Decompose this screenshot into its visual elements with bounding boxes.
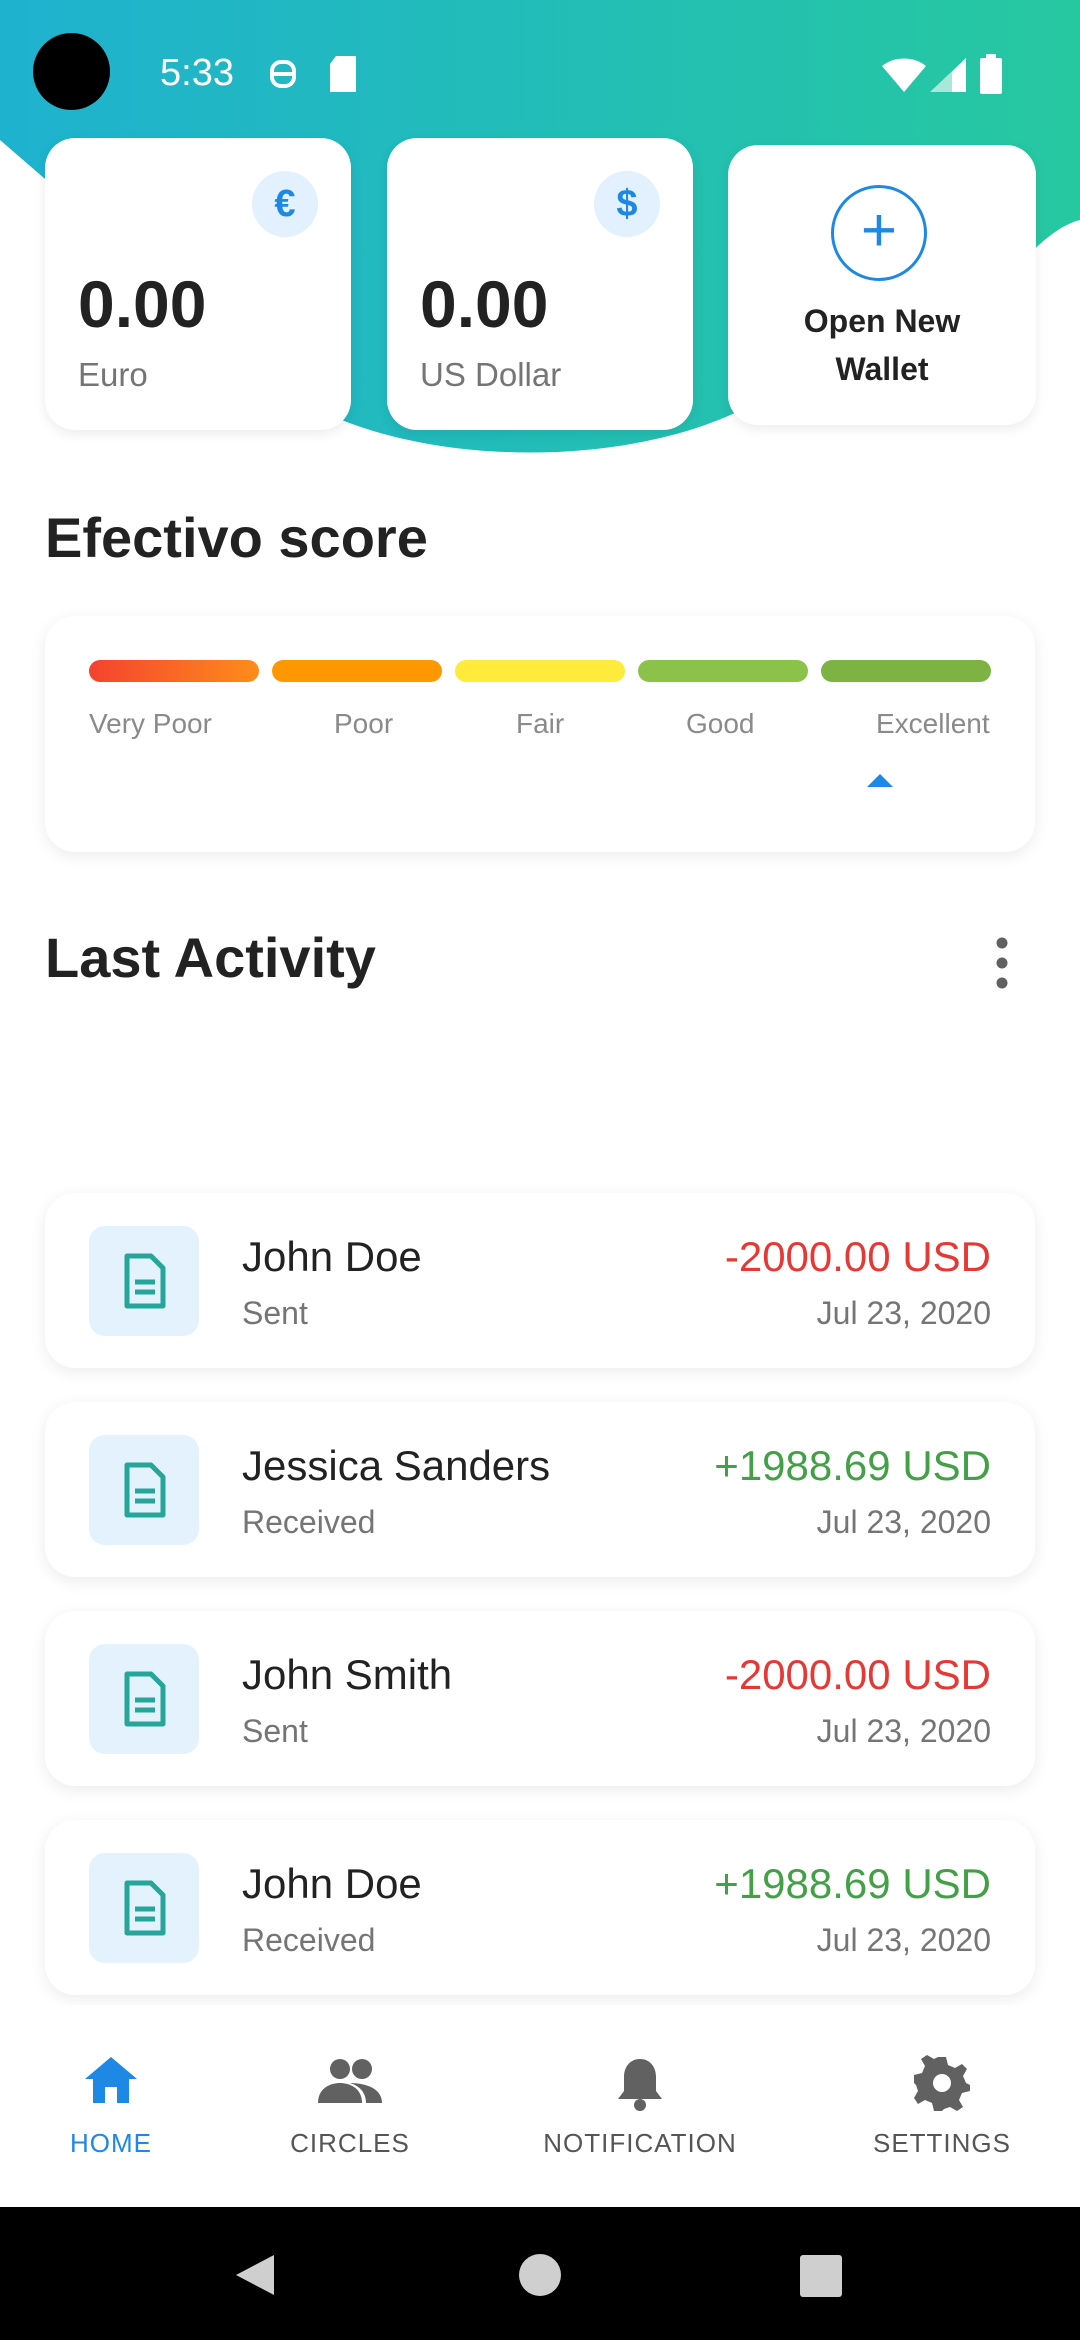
dollar-icon: $ <box>594 171 660 237</box>
people-icon <box>318 2059 382 2103</box>
bell-icon <box>618 2059 662 2111</box>
signal-icon <box>930 58 966 92</box>
nav-settings[interactable]: SETTINGS <box>862 2005 1022 2207</box>
score-bar-fair <box>455 660 625 682</box>
transaction-item[interactable]: John Doe Received +1988.69 USD Jul 23, 2… <box>45 1820 1035 1995</box>
transaction-name: Jessica Sanders <box>242 1442 551 1489</box>
transaction-date: Jul 23, 2020 <box>816 1922 991 1958</box>
plus-icon: + <box>831 185 927 281</box>
transaction-amount: +1988.69 USD <box>714 1860 991 1907</box>
wifi-icon <box>882 58 926 92</box>
transaction-type: Sent <box>242 1295 308 1331</box>
transaction-name: John Doe <box>242 1860 422 1907</box>
transaction-item[interactable]: John Doe Sent -2000.00 USD Jul 23, 2020 <box>45 1193 1035 1368</box>
back-icon[interactable] <box>234 2253 276 2297</box>
android-debug-icon <box>270 60 296 88</box>
transaction-date: Jul 23, 2020 <box>816 1713 991 1749</box>
score-label-very-poor: Very Poor <box>89 708 212 739</box>
score-bar-very-poor <box>89 660 259 682</box>
document-icon <box>89 1853 199 1963</box>
document-icon <box>89 1644 199 1754</box>
transaction-item[interactable]: Jessica Sanders Received +1988.69 USD Ju… <box>45 1402 1035 1577</box>
score-bar-poor <box>272 660 442 682</box>
sd-card-icon <box>330 56 356 92</box>
nav-home[interactable]: HOME <box>31 2005 191 2207</box>
transaction-name: John Doe <box>242 1233 422 1280</box>
wallet-balance: 0.00 <box>420 267 549 341</box>
transaction-type: Sent <box>242 1713 308 1749</box>
home-button-icon[interactable] <box>518 2253 562 2297</box>
score-label-good: Good <box>686 708 755 739</box>
nav-label-settings: SETTINGS <box>872 2128 1011 2158</box>
nav-label-circles: CIRCLES <box>290 2128 410 2158</box>
nav-circles[interactable]: CIRCLES <box>270 2005 430 2207</box>
transaction-item[interactable]: John Smith Sent -2000.00 USD Jul 23, 202… <box>45 1611 1035 1786</box>
open-new-wallet-label: Open New Wallet <box>803 303 961 387</box>
nav-label-notification: NOTIFICATION <box>543 2128 737 2158</box>
home-icon <box>85 2057 137 2103</box>
system-navigation-bar <box>0 2207 1080 2340</box>
wallet-currency-label: US Dollar <box>420 356 562 393</box>
wallet-currency-label: Euro <box>78 356 148 393</box>
status-bar: 5:33 <box>0 0 1080 150</box>
score-bar-excellent <box>821 660 991 682</box>
document-icon <box>89 1226 199 1336</box>
nav-label-home: HOME <box>70 2128 152 2158</box>
transaction-date: Jul 23, 2020 <box>816 1504 991 1540</box>
bottom-navigation: HOME CIRCLES NOTIFICATION SETTINGS <box>0 2005 1080 2207</box>
score-label-poor: Poor <box>334 708 394 739</box>
open-new-wallet-card[interactable]: + Open New Wallet <box>728 145 1036 425</box>
transaction-type: Received <box>242 1504 376 1540</box>
score-title: Efectivo score <box>45 506 428 569</box>
transaction-name: John Smith <box>242 1651 453 1698</box>
recents-icon[interactable] <box>800 2255 842 2297</box>
score-label-excellent: Excellent <box>876 708 990 739</box>
transaction-amount: -2000.00 USD <box>724 1233 991 1280</box>
camera-cutout <box>33 33 110 110</box>
more-vert-icon[interactable] <box>990 935 1014 991</box>
wallet-card-usd[interactable]: $ 0.00 US Dollar <box>387 138 693 430</box>
activity-title: Last Activity <box>45 926 376 989</box>
euro-icon: € <box>252 171 318 237</box>
transaction-date: Jul 23, 2020 <box>816 1295 991 1331</box>
status-time: 5:33 <box>160 52 234 94</box>
transaction-amount: -2000.00 USD <box>724 1651 991 1698</box>
battery-icon <box>980 54 1002 94</box>
gear-icon <box>914 2055 970 2111</box>
document-icon <box>89 1435 199 1545</box>
score-indicator-icon <box>867 774 893 787</box>
score-label-fair: Fair <box>516 708 565 739</box>
wallet-card-euro[interactable]: € 0.00 Euro <box>45 138 351 430</box>
transaction-amount: +1988.69 USD <box>714 1442 991 1489</box>
score-bar-good <box>638 660 808 682</box>
nav-notification[interactable]: NOTIFICATION <box>530 2005 750 2207</box>
wallet-balance: 0.00 <box>78 267 207 341</box>
transaction-type: Received <box>242 1922 376 1958</box>
score-card: Very Poor Poor Fair Good Excellent <box>45 616 1035 852</box>
